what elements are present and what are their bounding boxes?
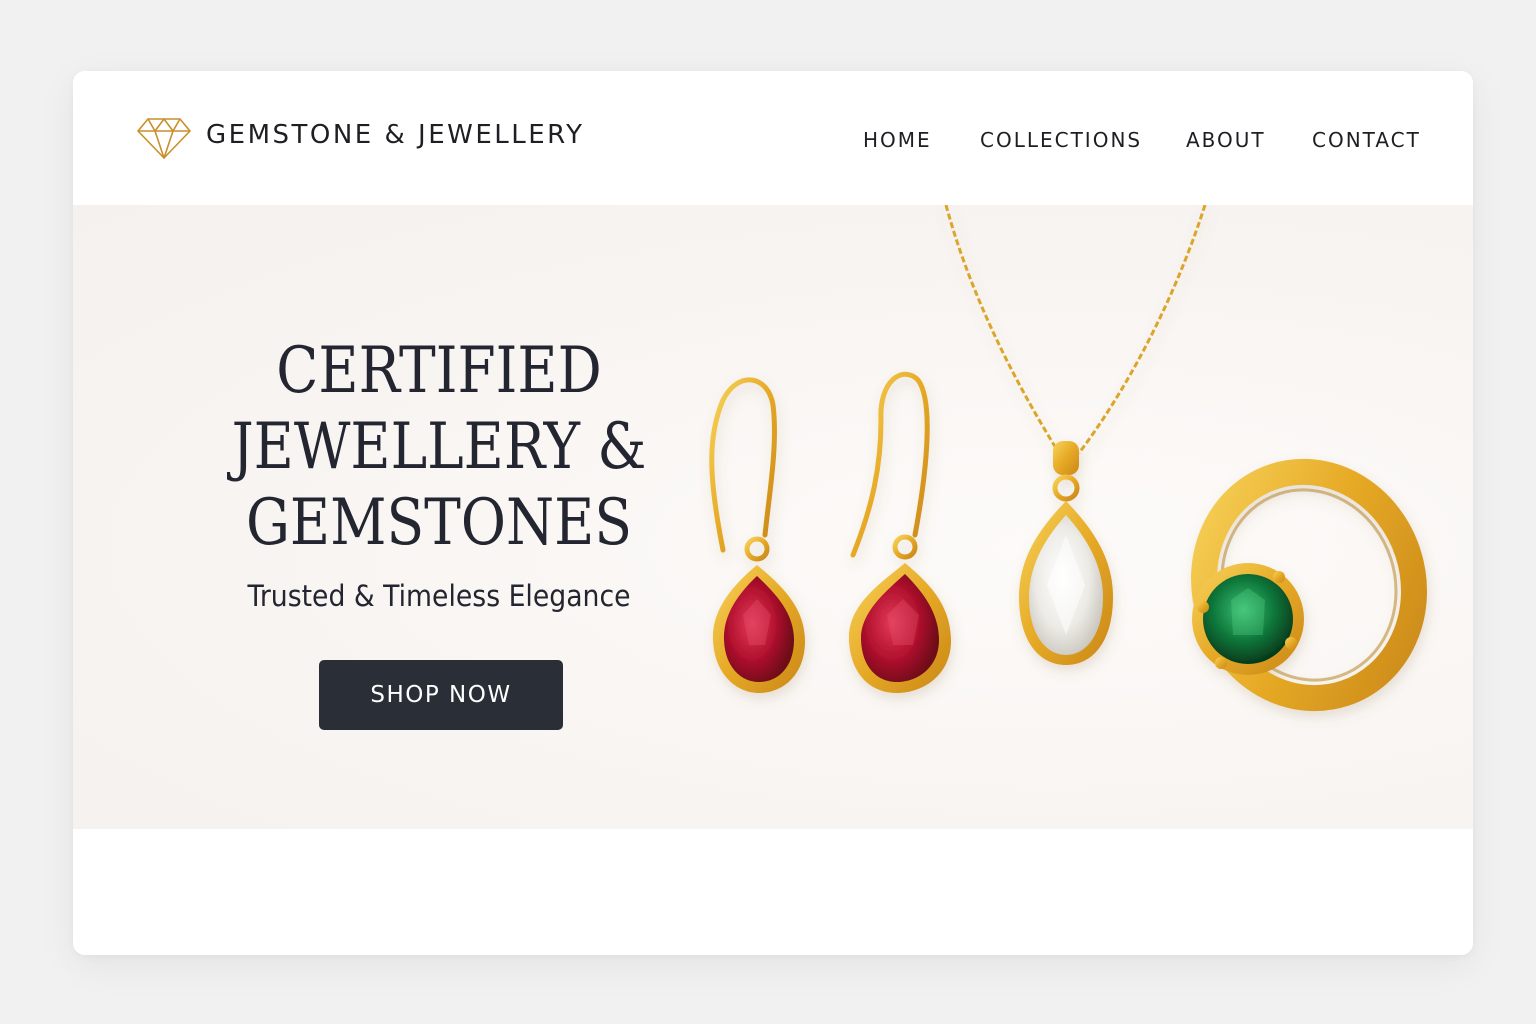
nav-collections[interactable]: COLLECTIONS: [980, 128, 1142, 152]
emerald-ring: [1191, 458, 1427, 712]
hero-title-line: CERTIFIED: [276, 334, 602, 408]
nav-contact[interactable]: CONTACT: [1312, 128, 1421, 152]
diamond-icon[interactable]: [136, 116, 192, 160]
hero-title: CERTIFIED JEWELLERY & GEMSTONES: [227, 333, 650, 561]
page-card: GEMSTONE & JEWELLERY HOME COLLECTIONS AB…: [73, 71, 1473, 955]
hero-subtitle: Trusted & Timeless Elegance: [247, 579, 631, 613]
crystal-pendant-necklace: [944, 205, 1207, 665]
hero-title-line: GEMSTONES: [245, 486, 633, 560]
content-area-below-hero: [73, 829, 1473, 955]
ruby-earring-left: [709, 377, 805, 693]
nav-about[interactable]: ABOUT: [1186, 128, 1266, 152]
ruby-earring-right: [848, 371, 951, 693]
brand-name[interactable]: GEMSTONE & JEWELLERY: [206, 120, 584, 150]
hero-title-line: JEWELLERY &: [231, 410, 647, 484]
nav-home[interactable]: HOME: [863, 128, 932, 152]
shop-now-button[interactable]: SHOP NOW: [319, 660, 563, 730]
site-header: GEMSTONE & JEWELLERY HOME COLLECTIONS AB…: [73, 71, 1473, 205]
hero-banner: CERTIFIED JEWELLERY & GEMSTONES Trusted …: [73, 205, 1473, 829]
